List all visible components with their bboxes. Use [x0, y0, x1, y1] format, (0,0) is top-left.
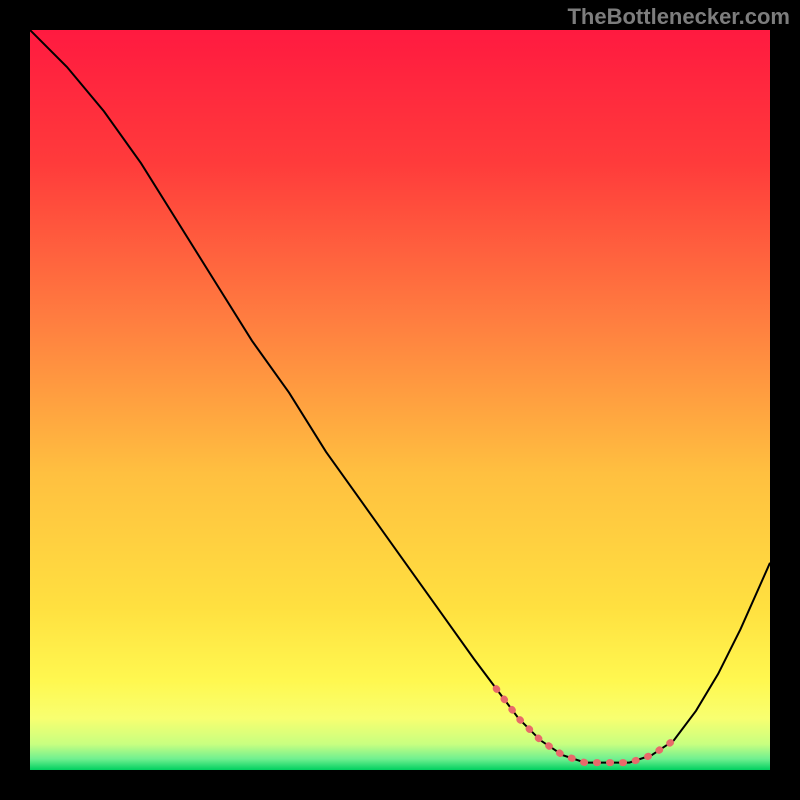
gradient-background — [30, 30, 770, 770]
plot-svg — [30, 30, 770, 770]
attribution-watermark: TheBottlenecker.com — [567, 4, 790, 30]
bottleneck-chart: TheBottlenecker.com — [0, 0, 800, 800]
